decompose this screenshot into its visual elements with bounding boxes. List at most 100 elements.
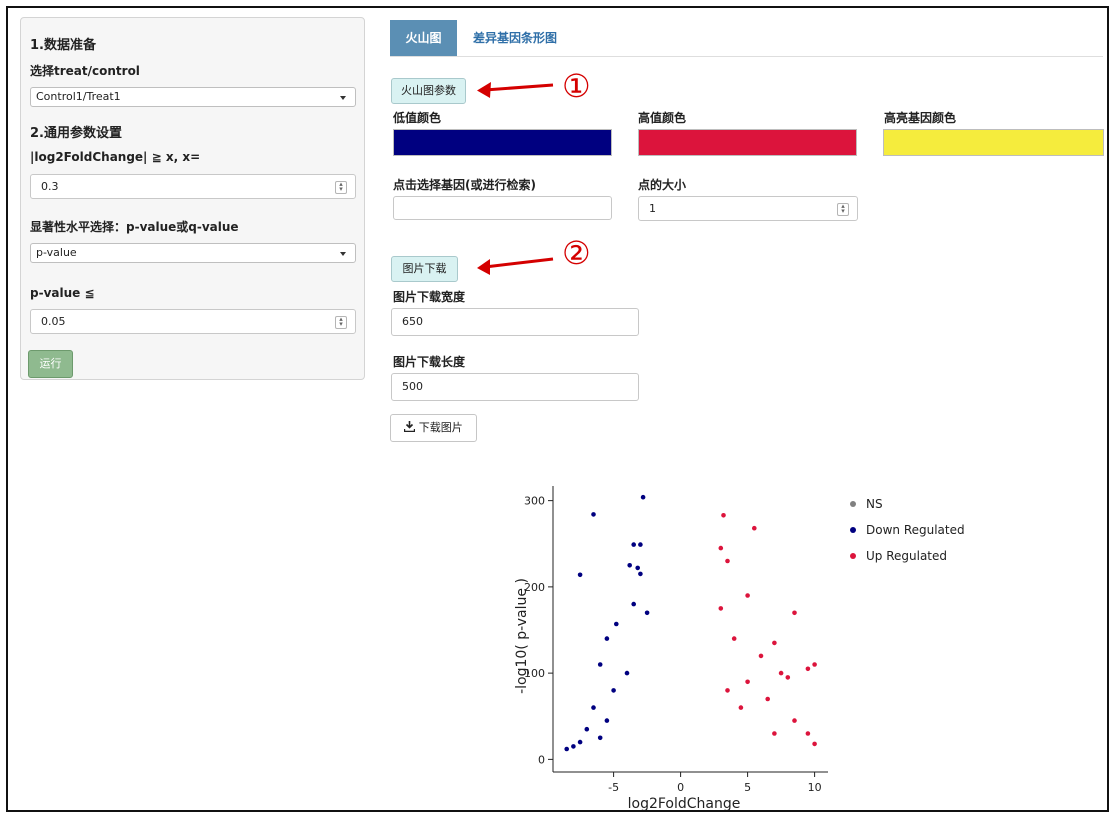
- p-threshold-value: 0.05: [41, 315, 66, 328]
- data-point: [745, 593, 750, 598]
- x-tick-label: -5: [608, 781, 619, 794]
- fc-threshold-label: |log2FoldChange| ≧ x, x=: [30, 150, 201, 164]
- data-point: [597, 662, 603, 667]
- caret-down-icon: [340, 252, 346, 256]
- run-button[interactable]: 运行: [28, 350, 73, 378]
- data-point: [772, 640, 777, 646]
- y-axis-label: -log10( p-value ): [514, 578, 530, 694]
- data-point: [571, 744, 576, 749]
- download-height-input[interactable]: 500: [391, 373, 639, 401]
- significance-select[interactable]: p-value: [30, 243, 356, 263]
- data-point: [765, 696, 770, 702]
- data-point: [638, 571, 643, 577]
- data-point: [738, 705, 744, 710]
- tab-deg-barplot[interactable]: 差异基因条形图: [473, 20, 557, 57]
- download-image-button[interactable]: 下载图片: [390, 414, 477, 442]
- data-point: [591, 512, 596, 517]
- data-point: [721, 513, 726, 518]
- low-color-label: 低值颜色: [393, 111, 442, 125]
- image-download-button[interactable]: 图片下载: [391, 256, 458, 282]
- legend-marker: [850, 553, 856, 559]
- spinner-icon[interactable]: ▴ ▾: [335, 316, 347, 329]
- p-threshold-input[interactable]: 0.05 ▴ ▾: [30, 309, 356, 334]
- data-point: [631, 542, 636, 547]
- data-point: [604, 718, 610, 723]
- data-point: [577, 739, 583, 745]
- y-tick-label: 300: [524, 495, 545, 508]
- data-point: [725, 558, 730, 564]
- p-threshold-label: p-value ≦: [30, 286, 95, 300]
- data-point: [627, 563, 632, 568]
- legend-marker: [850, 527, 856, 533]
- data-point: [805, 731, 811, 736]
- legend-label: Up Regulated: [866, 549, 947, 563]
- data-point: [812, 741, 817, 747]
- highlight-color-label: 高亮基因颜色: [884, 111, 957, 125]
- gene-select-input[interactable]: [393, 196, 612, 220]
- spinner-icon[interactable]: ▴ ▾: [335, 181, 347, 194]
- treat-control-select[interactable]: Control1/Treat1: [30, 87, 356, 107]
- sidebar-panel: 1.数据准备 选择treat/control Control1/Treat1 2…: [20, 17, 365, 380]
- x-tick-label: 0: [677, 781, 684, 794]
- treat-control-label: 选择treat/control: [30, 64, 140, 78]
- significance-label: 显著性水平选择：p-value或q-value: [30, 220, 239, 234]
- data-point: [745, 679, 750, 685]
- section-title-data-prep: 1.数据准备: [30, 38, 96, 53]
- data-point: [591, 705, 596, 710]
- tab-divider: [390, 56, 1103, 57]
- data-point: [631, 601, 636, 607]
- annotation-arrow-2: [477, 257, 554, 275]
- data-point: [805, 666, 811, 672]
- point-size-label: 点的大小: [638, 178, 687, 192]
- data-point: [597, 735, 603, 741]
- data-point: [758, 653, 764, 659]
- data-point: [584, 726, 590, 732]
- data-point: [731, 636, 737, 641]
- legend-label: NS: [866, 497, 883, 511]
- point-size-input[interactable]: 1 ▴ ▾: [638, 196, 858, 221]
- volcano-params-button[interactable]: 火山图参数: [391, 78, 466, 104]
- data-point: [640, 494, 646, 500]
- tab-volcano[interactable]: 火山图: [390, 20, 457, 57]
- annotation-marker-1: ①: [562, 67, 591, 105]
- data-point: [624, 670, 630, 676]
- data-point: [635, 565, 640, 571]
- point-size-value: 1: [649, 202, 656, 215]
- low-color-picker[interactable]: [393, 129, 612, 156]
- chart-legend: NS Down Regulated Up Regulated: [850, 497, 965, 563]
- y-tick-label: 0: [538, 753, 545, 766]
- fc-threshold-value: 0.3: [41, 180, 59, 193]
- data-point: [577, 572, 583, 578]
- annotation-arrow-1: [477, 82, 554, 98]
- data-point: [638, 542, 643, 547]
- section-title-params: 2.通用参数设置: [30, 126, 122, 141]
- data-point: [785, 675, 791, 680]
- download-height-label: 图片下载长度: [393, 355, 466, 369]
- download-image-label: 下载图片: [418, 421, 463, 434]
- download-icon: [404, 421, 416, 433]
- data-point: [564, 746, 569, 752]
- data-point: [644, 610, 650, 616]
- x-axis-label: log2FoldChange: [628, 796, 741, 812]
- data-point: [614, 621, 619, 627]
- treat-control-value: Control1/Treat1: [36, 90, 121, 103]
- data-point: [611, 688, 616, 693]
- highlight-color-picker[interactable]: [883, 129, 1104, 156]
- high-color-label: 高值颜色: [638, 111, 687, 125]
- x-tick-label: 10: [808, 781, 822, 794]
- data-point: [604, 636, 610, 641]
- legend-marker: [850, 501, 856, 507]
- download-width-input[interactable]: 650: [391, 308, 639, 336]
- data-point: [718, 545, 724, 551]
- significance-value: p-value: [36, 246, 77, 259]
- high-color-picker[interactable]: [638, 129, 857, 156]
- data-point: [812, 662, 817, 667]
- data-point: [718, 606, 724, 611]
- data-point: [725, 688, 730, 693]
- fc-threshold-input[interactable]: 0.3 ▴ ▾: [30, 174, 356, 199]
- data-point: [792, 610, 797, 616]
- spinner-icon[interactable]: ▴ ▾: [837, 203, 849, 216]
- gene-select-label: 点击选择基因(或进行检索): [393, 178, 536, 192]
- data-point: [792, 718, 797, 723]
- caret-down-icon: [340, 96, 346, 100]
